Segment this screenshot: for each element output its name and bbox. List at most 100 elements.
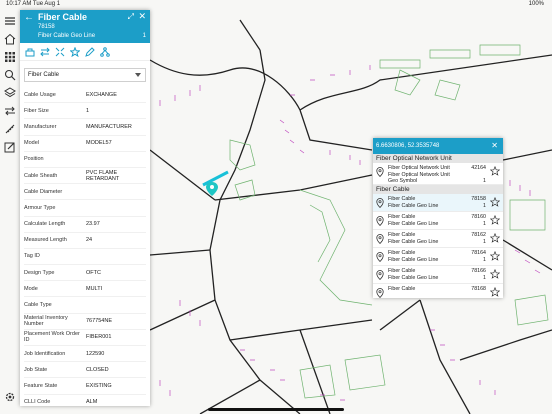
list-item-cable[interactable]: Fiber Cable Fiber Cable Geo Line 78158 1 [373,194,503,212]
attribute-value: EXISTING [86,382,112,389]
location-pin-icon [376,288,384,298]
list-item-cable[interactable]: Fiber Cable 78168 [373,284,503,298]
settings-icon[interactable] [3,390,17,404]
swap-icon[interactable] [3,104,17,118]
item-line-2: Fiber Cable Geo Line [388,239,439,245]
item-id: 78160 [471,214,486,220]
ruler-icon[interactable] [3,122,17,136]
attribute-label: Tag ID [24,253,40,260]
list-item-cable[interactable]: Fiber Cable Fiber Cable Geo Line 78160 1 [373,212,503,230]
list-item-cable[interactable]: Fiber Cable Fiber Cable Geo Line 78166 1 [373,266,503,284]
search-icon[interactable] [3,68,17,82]
attribute-label: Cable Usage [24,91,56,98]
attribute-label: Placement Work Order ID [24,331,80,344]
attribute-label: Position [24,156,44,163]
item-count: 1 [483,257,486,263]
list-item-network[interactable]: Fiber Optical Network Unit Fiber Optical… [373,163,503,185]
attribute-row[interactable]: Armour Type [24,200,146,217]
star-icon[interactable] [490,287,500,297]
attribute-value: FIBER001 [86,334,112,341]
star-icon[interactable] [490,197,500,207]
feature-id: 78158 [38,24,55,30]
attribute-row[interactable]: Feature State EXISTING [24,378,146,395]
item-id: 78168 [471,286,486,292]
feature-detail-panel: ← Fiber Cable 78158 Fiber Cable Geo Line… [20,10,150,406]
favorite-star-icon[interactable] [69,46,80,57]
close-icon[interactable]: ✕ [138,11,146,22]
star-icon[interactable] [490,233,500,243]
attribute-row[interactable]: Material Inventory Number 767754NE [24,314,146,330]
close-icon[interactable]: ✕ [491,141,498,150]
attribute-value: 23.97 [86,221,100,228]
item-id: 78158 [471,196,486,202]
attribute-row[interactable]: Fiber Size 1 [24,103,146,120]
popup-coordinates: 6.6630806, 52.3535748 [376,143,440,149]
layer-select[interactable]: Fiber Cable [24,68,146,82]
attribute-value: 1 [86,107,90,114]
location-pin-icon [376,270,384,280]
expand-icon[interactable]: ⤢ [128,12,134,22]
attribute-row[interactable]: Calculate Length 23.97 [24,217,146,233]
star-icon[interactable] [490,215,500,225]
edit-icon[interactable] [3,140,17,154]
star-icon[interactable] [490,251,500,261]
attribute-label: Cable Sheath [24,172,58,179]
attribute-label: Armour Type [24,204,56,211]
attribute-label: Manufacturer [24,123,57,130]
attribute-row[interactable]: CLLI Code ALM [24,395,146,406]
item-line-1: Fiber Cable [388,196,416,202]
attribute-row[interactable]: Cable Usage EXCHANGE [24,87,146,104]
attribute-row[interactable]: Mode MULTI [24,281,146,298]
attribute-row[interactable]: Job Identification 122590 [24,346,146,363]
item-line-2: Fiber Cable Geo Line [388,257,439,263]
item-line-2: Fiber Cable Geo Line [388,275,439,281]
feature-count: 1 [142,33,146,39]
attribute-row[interactable]: Cable Diameter [24,184,146,201]
location-pin-icon [376,252,384,262]
attribute-row[interactable]: Placement Work Order ID FIBER001 [24,330,146,346]
layers-icon[interactable] [3,86,17,100]
home-indicator[interactable] [208,408,344,411]
star-icon[interactable] [490,166,500,176]
attribute-row[interactable]: Model MODEL57 [24,136,146,152]
attribute-row[interactable]: Cable Type [24,297,146,314]
attribute-row[interactable]: Design Type OFTC [24,265,146,282]
location-pin-icon [376,216,384,226]
attribute-label: Design Type [24,269,55,276]
attribute-row[interactable]: Tag ID [24,249,146,266]
attribute-row[interactable]: Position [24,152,146,168]
hierarchy-icon[interactable] [99,46,110,57]
attribute-value: 24 [86,237,93,244]
attribute-row[interactable]: Job State CLOSED [24,362,146,379]
item-line-2: Fiber Cable Geo Line [388,221,439,227]
network-trace-icon[interactable] [24,46,35,57]
layer-select-value: Fiber Cable [28,72,60,78]
list-item-cable[interactable]: Fiber Cable Fiber Cable Geo Line 78162 1 [373,230,503,248]
item-count: 1 [483,178,486,184]
tool-rail [0,10,20,414]
attribute-label: Measured Length [24,237,67,244]
attribute-row[interactable]: Manufacturer MANUFACTURER [24,119,146,136]
zoom-to-icon[interactable] [54,46,65,57]
star-icon[interactable] [490,269,500,279]
item-id: 42164 [471,165,486,171]
cable-item-list: Fiber Cable Fiber Cable Geo Line 78158 1 Fib… [373,194,503,298]
item-line-1: Fiber Cable [388,214,416,220]
attribute-value: MODEL57 [86,140,112,147]
attribute-label: Mode [24,285,38,292]
grid-icon[interactable] [3,50,17,64]
back-arrow-icon[interactable]: ← [24,12,34,23]
pencil-icon[interactable] [84,46,95,57]
home-icon[interactable] [3,32,17,46]
section-header-cable: Fiber Cable [373,185,503,194]
feature-subtitle: Fiber Cable Geo Line [38,33,96,39]
list-item-cable[interactable]: Fiber Cable Fiber Cable Geo Line 78164 1 [373,248,503,266]
identify-popup: 6.6630806, 52.3535748 ✕ Fiber Optical Ne… [373,138,503,298]
connections-icon[interactable] [39,46,50,57]
menu-icon[interactable] [3,14,17,28]
item-line-1: Fiber Optical Network Unit [388,165,450,171]
attribute-row[interactable]: Measured Length 24 [24,233,146,249]
attribute-row[interactable]: Cable Sheath PVC FLAME RETARDANT [24,168,146,185]
attribute-value: CLOSED [86,366,109,373]
panel-header: ← Fiber Cable 78158 Fiber Cable Geo Line… [20,10,150,43]
